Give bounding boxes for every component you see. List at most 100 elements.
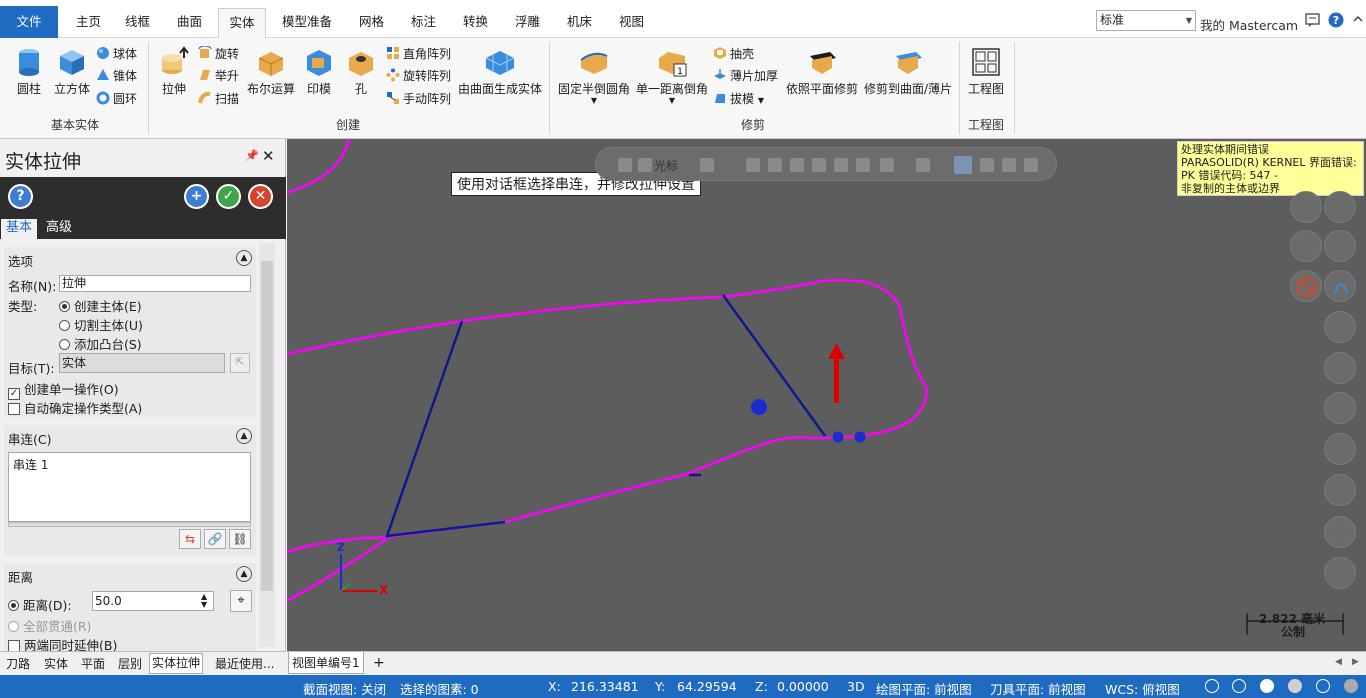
tab-mesh[interactable]: 网格 <box>353 8 390 38</box>
refresh-icon[interactable] <box>1002 158 1016 172</box>
sweep-button[interactable]: 扫描 <box>198 89 239 109</box>
select-window-icon[interactable] <box>880 158 894 172</box>
select-solid-icon[interactable] <box>768 158 782 172</box>
xyz-icon[interactable] <box>700 158 714 172</box>
chamfer-dropdown-icon[interactable]: ▼ <box>634 97 710 105</box>
magenta-chain-upper[interactable] <box>287 279 929 440</box>
tab-file[interactable]: 文件 <box>0 6 58 38</box>
reverse-direction-icon[interactable]: ⇆ <box>179 529 201 549</box>
pin-icon[interactable]: 📌 <box>245 149 259 162</box>
material-icon[interactable] <box>1288 679 1302 693</box>
lock-icon[interactable] <box>618 158 632 172</box>
collapse-chain-icon[interactable]: ▲ <box>236 428 252 444</box>
spinner-icon[interactable]: ▲ ▼ <box>201 593 207 609</box>
transparency-icon[interactable] <box>1344 679 1358 693</box>
manual-array-button[interactable]: 手动阵列 <box>386 89 451 109</box>
select-color-icon[interactable] <box>856 158 870 172</box>
color-fill-icon[interactable] <box>1324 557 1356 589</box>
shell-button[interactable]: 抽壳 <box>713 44 754 64</box>
tab-surface[interactable]: 曲面 <box>171 8 208 38</box>
collapse-ribbon-icon[interactable] <box>1350 12 1366 28</box>
name-input[interactable]: 拉伸 <box>59 275 251 292</box>
circle-icon[interactable] <box>1324 230 1356 262</box>
draft-dropdown-icon[interactable]: ▼ <box>758 96 764 105</box>
tab-basic[interactable]: 基本 <box>1 219 38 239</box>
rotate-array-button[interactable]: 旋转阵列 <box>386 66 451 86</box>
close-icon[interactable]: ✕ <box>262 147 275 165</box>
chevron-left-icon[interactable]: ◀ <box>1335 657 1342 667</box>
loft-button[interactable]: 举升 <box>198 66 239 86</box>
globe-icon[interactable] <box>1205 679 1219 693</box>
cube-view-icon[interactable] <box>1324 311 1356 343</box>
hole-button[interactable]: 孔 <box>344 46 378 97</box>
style-select[interactable]: 标准 ▼ <box>1096 10 1196 31</box>
eraser-icon[interactable] <box>1324 392 1356 424</box>
layers-icon[interactable] <box>1290 191 1322 223</box>
chain-list[interactable]: 串连 1 <box>8 452 251 522</box>
solid-color-icon[interactable] <box>1324 474 1356 506</box>
imprint-button[interactable]: 印模 <box>302 46 336 97</box>
zoom-icon[interactable] <box>954 156 972 174</box>
fixed-fillet-button[interactable]: 固定半倒圆角 ▼ <box>556 46 632 105</box>
auto-type-checkbox[interactable]: 自动确定操作类型(A) <box>8 398 142 417</box>
curve-icon[interactable] <box>1324 270 1356 302</box>
crosshair-icon[interactable]: ⌖ <box>230 590 252 612</box>
graphics-viewport[interactable]: Z X 使用对话框选择串连，并修改拉伸设置 光标 处理实体期间错误 PARASO… <box>287 139 1366 651</box>
tab-machine[interactable]: 机床 <box>561 8 598 38</box>
distance-input[interactable]: 50.0 <box>92 591 214 611</box>
tab-solids[interactable]: 实体 <box>42 655 70 673</box>
cursor-icon[interactable] <box>638 158 652 172</box>
clear-icon[interactable] <box>1324 191 1356 223</box>
trim-to-plane-button[interactable]: 依照平面修剪 <box>784 46 860 97</box>
ok-button[interactable]: ✓ <box>216 184 241 209</box>
rect-array-button[interactable]: 直角阵列 <box>386 44 451 64</box>
help-icon[interactable]: ? <box>8 184 33 209</box>
magenta-chain-lower[interactable] <box>287 436 813 554</box>
cancel-button[interactable]: ✕ <box>248 184 273 209</box>
chamfer-button[interactable]: 1 单一距离倒角 ▼ <box>634 46 710 105</box>
tplane-status[interactable]: 刀具平面: 前视图 <box>990 679 1086 698</box>
shading-icon[interactable] <box>1260 679 1274 693</box>
cylinder-button[interactable]: 圆柱 <box>12 46 46 97</box>
select-edge-icon[interactable] <box>812 158 826 172</box>
prohibit-icon[interactable] <box>1290 270 1322 302</box>
add-view-sheet-button[interactable]: + <box>373 655 385 671</box>
tab-model-prep[interactable]: 模型准备 <box>276 8 338 38</box>
gear-icon[interactable] <box>1290 230 1322 262</box>
distance-radio[interactable]: 距离(D): <box>8 595 72 614</box>
blue-edge-right[interactable] <box>721 294 827 437</box>
blue-edge-left[interactable] <box>385 320 506 538</box>
tab-recent[interactable]: 最近使用... <box>213 655 276 673</box>
ok-and-new-button[interactable]: + <box>184 184 209 209</box>
wcs-status[interactable]: WCS: 俯视图 <box>1105 679 1180 698</box>
create-single-checkbox[interactable]: ✓ 创建单一操作(O) <box>8 379 119 400</box>
geometry-canvas[interactable] <box>287 139 1366 651</box>
fixed-fillet-dropdown-icon[interactable]: ▼ <box>556 97 632 105</box>
tab-wireframe[interactable]: 线框 <box>119 8 156 38</box>
verify-icon[interactable] <box>980 158 994 172</box>
type-cut-radio[interactable]: 切割主体(U) <box>59 315 143 334</box>
display-mode-icon[interactable] <box>1232 679 1246 693</box>
magenta-chain-top[interactable] <box>287 139 351 195</box>
panel-scrollbar[interactable] <box>259 243 275 647</box>
tab-levels[interactable]: 层别 <box>116 655 144 673</box>
cone-button[interactable]: 锥体 <box>96 66 137 86</box>
type-create-radio[interactable]: 创建主体(E) <box>59 296 142 315</box>
autocursor-select[interactable]: 光标 <box>654 157 678 174</box>
select-target-icon[interactable]: ⇱ <box>230 353 250 373</box>
torus-button[interactable]: 圆环 <box>96 89 137 109</box>
panel-scrollbar-thumb[interactable] <box>261 261 273 591</box>
tab-solid-extrude[interactable]: 实体拉伸 <box>149 653 204 674</box>
my-mastercam-link[interactable]: 我的 Mastercam <box>1200 15 1298 34</box>
chain-link-icon[interactable]: ⛓ <box>229 529 251 549</box>
box-icon[interactable] <box>1324 433 1356 465</box>
trim-to-surface-button[interactable]: 修剪到曲面/薄片 <box>862 46 954 97</box>
chain-point[interactable] <box>751 399 767 415</box>
chain-list-scrollbar[interactable] <box>8 522 251 527</box>
feedback-icon[interactable] <box>1305 12 1321 28</box>
through-all-radio[interactable]: 全部贯通(R) <box>8 616 91 635</box>
extrude-direction-arrow[interactable] <box>828 343 845 403</box>
undo-icon[interactable] <box>1024 158 1038 172</box>
layout-button[interactable]: 工程图 <box>966 46 1006 97</box>
help-icon[interactable]: ? <box>1328 12 1344 28</box>
